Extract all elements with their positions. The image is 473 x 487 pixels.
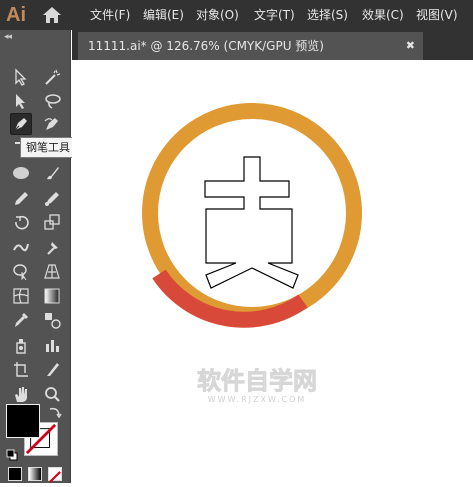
direct-selection-tool-icon[interactable]: [10, 90, 32, 112]
menu-file[interactable]: 文件(F): [90, 0, 130, 30]
pen-tool-icon[interactable]: [10, 113, 32, 135]
close-tab-icon[interactable]: ✖: [406, 32, 415, 60]
fill-swatch[interactable]: [6, 404, 40, 438]
watermark-text: 软件自学网: [197, 367, 317, 395]
default-colors-icon[interactable]: [6, 446, 18, 461]
gradient-mode-button[interactable]: [28, 467, 42, 481]
lasso-tool-icon[interactable]: [41, 90, 63, 112]
menu-bar: Ai 文件(F) 编辑(E) 对象(O) 文字(T) 选择(S) 效果(C) 视…: [0, 0, 473, 30]
menu-edit[interactable]: 编辑(E): [143, 0, 184, 30]
column-graph-tool-icon[interactable]: [41, 334, 63, 356]
scale-tool-icon[interactable]: [41, 211, 63, 233]
blend-tool-icon[interactable]: [41, 309, 63, 331]
menu-view[interactable]: 视图(V): [416, 0, 458, 30]
warp-tool-icon[interactable]: [10, 236, 32, 258]
rotate-tool-icon[interactable]: [10, 211, 32, 233]
mesh-tool-icon[interactable]: [10, 285, 32, 307]
menu-select[interactable]: 选择(S): [307, 0, 348, 30]
curvature-tool-icon[interactable]: [41, 113, 63, 135]
artboard-canvas[interactable]: 软件自学网 WWW.RJZXW.COM: [72, 60, 473, 483]
eyedropper-tool-icon[interactable]: [10, 309, 32, 331]
menu-object[interactable]: 对象(O): [196, 0, 239, 30]
puppet-warp-tool-icon[interactable]: [41, 236, 63, 258]
selection-tool-icon[interactable]: [10, 66, 32, 88]
menu-type[interactable]: 文字(T): [254, 0, 295, 30]
paintbrush-tool-icon[interactable]: [41, 162, 63, 184]
color-mode-button[interactable]: [8, 467, 22, 481]
perspective-grid-tool-icon[interactable]: [41, 260, 63, 282]
artboard-tool-icon[interactable]: [10, 358, 32, 380]
document-tab-title: 11111.ai* @ 126.76% (CMYK/GPU 预览): [88, 39, 324, 53]
home-icon[interactable]: [42, 6, 62, 24]
document-tab-bar: 11111.ai* @ 126.76% (CMYK/GPU 预览) ✖: [72, 30, 473, 60]
ellipse-tool-icon[interactable]: [10, 162, 32, 184]
symbol-sprayer-tool-icon[interactable]: [10, 334, 32, 356]
gradient-tool-icon[interactable]: [41, 285, 63, 307]
collapse-panel-icon[interactable]: ◂◂: [4, 32, 12, 42]
character-outline: [204, 156, 299, 289]
none-mode-button[interactable]: [48, 467, 62, 483]
slice-tool-icon[interactable]: [41, 358, 63, 380]
zoom-tool-icon[interactable]: [41, 383, 63, 405]
shape-builder-tool-icon[interactable]: [10, 260, 32, 282]
swap-fill-stroke-icon[interactable]: [48, 404, 62, 419]
magic-wand-tool-icon[interactable]: [41, 66, 63, 88]
app-logo: Ai: [6, 4, 26, 26]
blob-brush-tool-icon[interactable]: [41, 187, 63, 209]
artwork: 软件自学网 WWW.RJZXW.COM: [142, 103, 362, 404]
hand-tool-icon[interactable]: [10, 383, 32, 405]
pencil-tool-icon[interactable]: [10, 187, 32, 209]
watermark-url: WWW.RJZXW.COM: [208, 395, 307, 404]
menu-effect[interactable]: 效果(C): [362, 0, 404, 30]
document-tab[interactable]: 11111.ai* @ 126.76% (CMYK/GPU 预览) ✖: [78, 32, 423, 60]
